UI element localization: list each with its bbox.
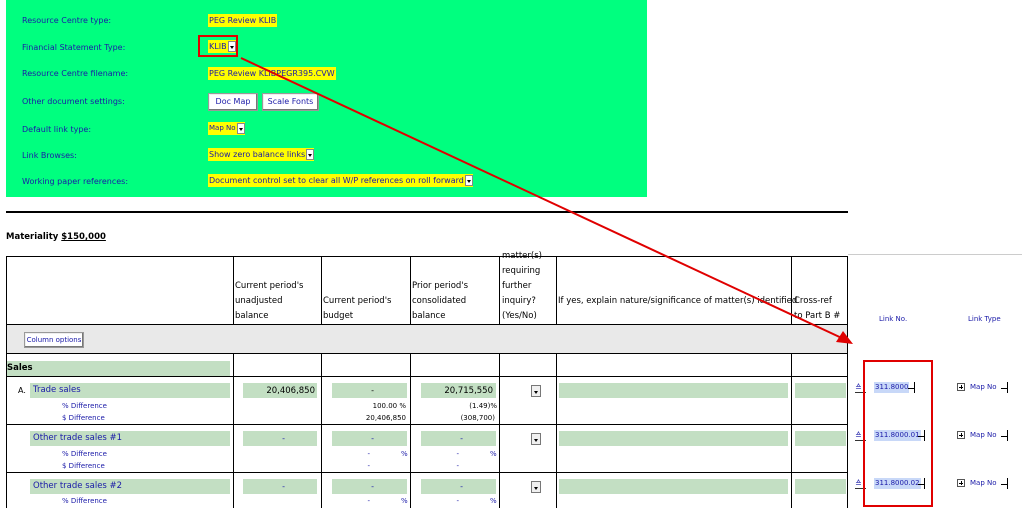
annotation-arrow (240, 57, 853, 344)
